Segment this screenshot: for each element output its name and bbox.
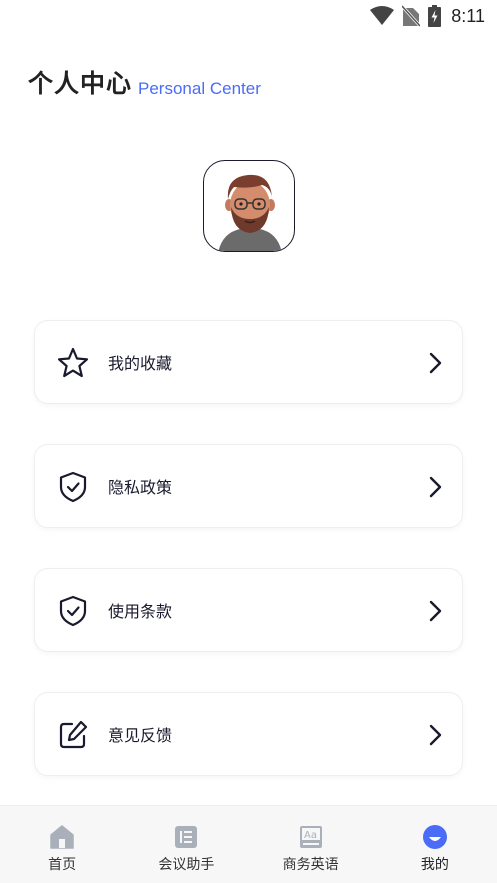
edit-icon <box>59 720 88 749</box>
avatar-image <box>218 174 282 251</box>
chevron-right-icon <box>429 724 442 746</box>
star-icon <box>57 347 89 378</box>
nav-item-meeting-assistant[interactable]: 会议助手 <box>124 806 248 883</box>
menu-item-feedback[interactable]: 意见反馈 <box>34 692 463 776</box>
home-icon <box>50 825 74 849</box>
menu-label: 我的收藏 <box>108 354 173 373</box>
chevron-right-icon <box>429 600 442 622</box>
svg-text:Aa: Aa <box>304 830 317 841</box>
status-time: 8:11 <box>451 5 485 26</box>
menu-label: 隐私政策 <box>108 478 173 497</box>
bottom-nav: 首页 会议助手 Aa 商务英语 我的 <box>0 805 497 883</box>
nav-label: 会议助手 <box>158 857 215 873</box>
nav-item-home[interactable]: 首页 <box>0 806 124 883</box>
dictionary-icon: Aa <box>299 826 322 848</box>
shield-check-icon <box>59 595 87 627</box>
nav-label: 我的 <box>420 857 449 873</box>
avatar[interactable] <box>203 160 295 252</box>
page-subtitle: Personal Center <box>138 79 261 98</box>
wifi-icon <box>370 6 395 25</box>
header: 个人中心 Personal Center <box>28 64 261 100</box>
profile-icon <box>422 825 447 849</box>
shield-check-icon <box>59 471 87 503</box>
nav-item-business-english[interactable]: Aa 商务英语 <box>249 806 373 883</box>
page-title: 个人中心 <box>28 69 133 98</box>
nav-label: 首页 <box>48 857 77 873</box>
nav-label: 商务英语 <box>282 857 339 873</box>
menu-item-privacy-policy[interactable]: 隐私政策 <box>34 444 463 528</box>
menu-label: 使用条款 <box>108 602 173 621</box>
status-bar: 8:11 <box>0 0 497 34</box>
menu-label: 意见反馈 <box>108 726 173 745</box>
battery-charging-icon <box>428 5 442 27</box>
chevron-right-icon <box>429 352 442 374</box>
menu-item-favorites[interactable]: 我的收藏 <box>34 320 463 404</box>
status-icons: 8:11 <box>370 5 485 27</box>
chevron-right-icon <box>429 476 442 498</box>
list-icon <box>175 826 198 848</box>
no-sim-icon <box>402 5 421 27</box>
menu-item-terms-of-use[interactable]: 使用条款 <box>34 568 463 652</box>
nav-item-mine[interactable]: 我的 <box>373 806 497 883</box>
